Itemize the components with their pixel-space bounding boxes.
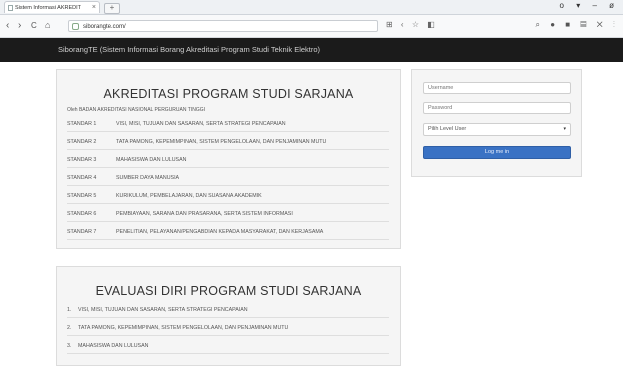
- evaluasi-number: 3.: [67, 343, 72, 349]
- site-info-icon[interactable]: [72, 23, 79, 30]
- standar-row[interactable]: STANDAR 5 KURIKULUM, PEMBELAJARAN, DAN S…: [67, 190, 389, 204]
- address-bar-icons[interactable]: ⊞ ‹ ☆ ◧: [386, 20, 438, 29]
- app-navbar: SiborangTE (Sistem Informasi Borang Akre…: [0, 38, 623, 62]
- password-field[interactable]: [423, 102, 571, 114]
- forward-icon[interactable]: ›: [18, 20, 21, 31]
- standar-row[interactable]: STANDAR 3 MAHASISWA DAN LULUSAN: [67, 154, 389, 168]
- browser-tab[interactable]: Sistem Informasi AKREDIT ×: [4, 1, 100, 13]
- login-button[interactable]: Log me in: [423, 146, 571, 159]
- evaluasi-number: 1.: [67, 307, 72, 313]
- evaluasi-row[interactable]: 3. MAHASISWA DAN LULUSAN: [67, 340, 389, 354]
- url-text: siborangte.com/: [83, 24, 126, 30]
- chevron-down-icon: ▾: [563, 126, 566, 132]
- standar-desc[interactable]: PEMBIAYAAN, SARANA DAN PRASARANA, SERTA …: [116, 208, 293, 221]
- standar-code: STANDAR 1: [67, 121, 97, 127]
- window-controls[interactable]: o ▾ – ø: [560, 1, 619, 10]
- standar-code: STANDAR 3: [67, 157, 97, 163]
- browser-tab-bar: Sistem Informasi AKREDIT × + o ▾ – ø: [0, 0, 623, 15]
- back-icon[interactable]: ‹: [6, 20, 9, 31]
- standar-row[interactable]: STANDAR 1 VISI, MISI, TUJUAN DAN SASARAN…: [67, 118, 389, 132]
- app-brand[interactable]: SiborangTE (Sistem Informasi Borang Akre…: [58, 38, 320, 62]
- page-favicon-icon: [8, 5, 13, 11]
- address-bar[interactable]: siborangte.com/: [68, 20, 378, 32]
- new-tab-button[interactable]: +: [104, 3, 120, 14]
- evaluasi-row[interactable]: 2. TATA PAMONG, KEPEMIMPINAN, SISTEM PEN…: [67, 322, 389, 336]
- akreditasi-panel: AKREDITASI PROGRAM STUDI SARJANA Oleh BA…: [56, 69, 401, 249]
- evaluasi-desc[interactable]: TATA PAMONG, KEPEMIMPINAN, SISTEM PENGEL…: [78, 322, 288, 335]
- standar-desc[interactable]: TATA PAMONG, KEPEMIMPINAN, SISTEM PENGEL…: [116, 136, 326, 149]
- standar-desc[interactable]: KURIKULUM, PEMBELAJARAN, DAN SUASANA AKA…: [116, 190, 262, 203]
- standar-row[interactable]: STANDAR 6 PEMBIAYAAN, SARANA DAN PRASARA…: [67, 208, 389, 222]
- tab-title: Sistem Informasi AKREDIT: [15, 5, 82, 11]
- user-level-select[interactable]: Pilih Level User ▾: [423, 123, 571, 136]
- close-tab-icon[interactable]: ×: [92, 2, 96, 13]
- evaluasi-desc[interactable]: VISI, MISI, TUJUAN DAN SASARAN, SERTA ST…: [78, 304, 248, 317]
- akreditasi-title: AKREDITASI PROGRAM STUDI SARJANA: [103, 87, 354, 101]
- username-field[interactable]: [423, 82, 571, 94]
- browser-toolbar: ‹ › C ⌂ siborangte.com/ ⊞ ‹ ☆ ◧ ⌕ ● ■ ▤ …: [0, 15, 623, 38]
- akreditasi-subtitle: Oleh BADAN AKREDITASI NASIONAL PERGURUAN…: [67, 107, 205, 113]
- standar-row[interactable]: STANDAR 2 TATA PAMONG, KEPEMIMPINAN, SIS…: [67, 136, 389, 150]
- standar-desc[interactable]: MAHASISWA DAN LULUSAN: [116, 154, 186, 167]
- standar-desc[interactable]: PENELITIAN, PELAYANAN/PENGABDIAN KEPADA …: [116, 226, 323, 239]
- standar-code: STANDAR 5: [67, 193, 97, 199]
- evaluasi-panel: EVALUASI DIRI PROGRAM STUDI SARJANA 1. V…: [56, 266, 401, 366]
- evaluasi-desc[interactable]: MAHASISWA DAN LULUSAN: [78, 340, 148, 353]
- extension-icons[interactable]: ⌕ ● ■ ▤ ✕ ⋮: [536, 20, 619, 30]
- evaluasi-row[interactable]: 1. VISI, MISI, TUJUAN DAN SASARAN, SERTA…: [67, 304, 389, 318]
- reload-icon[interactable]: C: [31, 21, 37, 30]
- standar-code: STANDAR 4: [67, 175, 97, 181]
- user-level-value: Pilih Level User: [428, 126, 467, 132]
- evaluasi-number: 2.: [67, 325, 72, 331]
- login-panel: Pilih Level User ▾ Log me in: [411, 69, 582, 177]
- standar-code: STANDAR 7: [67, 229, 97, 235]
- standar-code: STANDAR 2: [67, 139, 97, 145]
- evaluasi-title: EVALUASI DIRI PROGRAM STUDI SARJANA: [95, 284, 362, 298]
- standar-row[interactable]: STANDAR 4 SUMBER DAYA MANUSIA: [67, 172, 389, 186]
- standar-code: STANDAR 6: [67, 211, 97, 217]
- home-icon[interactable]: ⌂: [45, 20, 50, 30]
- standar-desc[interactable]: VISI, MISI, TUJUAN DAN SASARAN, SERTA ST…: [116, 118, 286, 131]
- standar-row[interactable]: STANDAR 7 PENELITIAN, PELAYANAN/PENGABDI…: [67, 226, 389, 240]
- standar-desc[interactable]: SUMBER DAYA MANUSIA: [116, 172, 179, 185]
